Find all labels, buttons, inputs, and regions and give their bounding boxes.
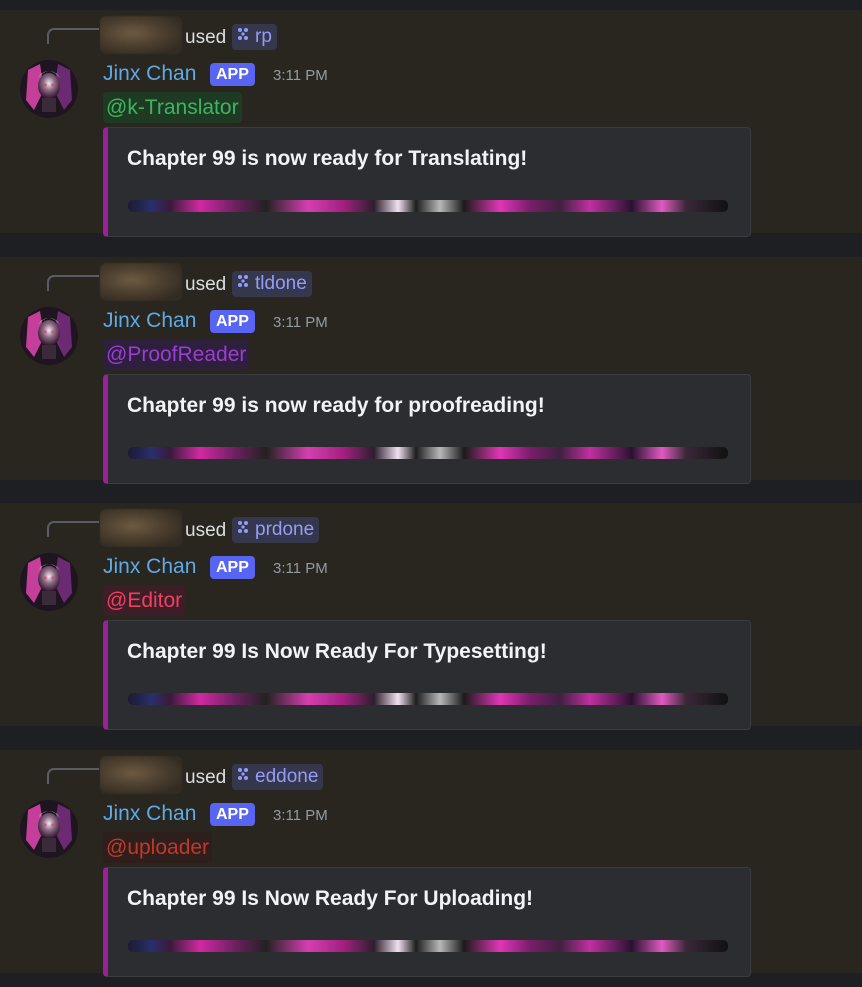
command-name: tldone [255, 273, 307, 294]
timestamp[interactable]: 3:11 PM [273, 560, 328, 578]
used-label: used [185, 520, 227, 541]
author-name[interactable]: Jinx Chan [103, 308, 196, 334]
invoker-avatar-blurred[interactable] [100, 16, 182, 54]
invoker-avatar-blurred[interactable] [100, 263, 182, 301]
role-mention[interactable]: @k-Translator [103, 92, 242, 123]
embed: Chapter 99 is now ready for proofreading… [103, 374, 751, 484]
invoker-avatar-blurred[interactable] [100, 509, 182, 547]
app-badge: APP [210, 310, 255, 333]
role-mention[interactable]: @ProofReader [103, 339, 250, 370]
avatar[interactable] [20, 553, 78, 611]
message[interactable]: used tldone Jinx Chan APP 3:11 PM @Proof… [0, 257, 862, 484]
used-label: used [185, 274, 227, 295]
message[interactable]: used eddone Jinx Chan APP 3:11 PM @uploa… [0, 750, 862, 977]
slash-command-icon [235, 764, 255, 790]
command-name: rp [255, 26, 272, 47]
slash-command-icon [235, 517, 255, 543]
used-label: used [185, 767, 227, 788]
author-name[interactable]: Jinx Chan [103, 801, 196, 827]
embed-banner-image[interactable] [128, 200, 728, 212]
slash-command-icon [235, 271, 255, 297]
invoker-avatar-blurred[interactable] [100, 756, 182, 794]
timestamp[interactable]: 3:11 PM [273, 67, 328, 85]
embed-banner-image[interactable] [128, 693, 728, 705]
avatar[interactable] [20, 800, 78, 858]
author-name[interactable]: Jinx Chan [103, 554, 196, 580]
avatar[interactable] [20, 307, 78, 365]
app-badge: APP [210, 803, 255, 826]
embed-title: Chapter 99 Is Now Ready For Uploading! [127, 887, 534, 910]
app-badge: APP [210, 63, 255, 86]
embed-title: Chapter 99 is now ready for Translating! [127, 147, 528, 170]
embed-banner-image[interactable] [128, 940, 728, 952]
used-label: used [185, 27, 227, 48]
embed-title: Chapter 99 is now ready for proofreading… [127, 394, 545, 417]
timestamp[interactable]: 3:11 PM [273, 314, 328, 332]
author-name[interactable]: Jinx Chan [103, 61, 196, 87]
slash-command-icon [235, 24, 255, 50]
avatar[interactable] [20, 60, 78, 118]
embed-title: Chapter 99 Is Now Ready For Typesetting! [127, 640, 547, 663]
embed: Chapter 99 Is Now Ready For Typesetting! [103, 620, 751, 730]
timestamp[interactable]: 3:11 PM [273, 807, 328, 825]
message[interactable]: used rp Jinx Chan APP 3:11 PM @k-Transla… [0, 10, 862, 237]
command-name: prdone [255, 519, 315, 540]
slash-command-mention[interactable]: tldone [232, 271, 312, 297]
reply-connector [47, 521, 99, 537]
slash-command-mention[interactable]: prdone [232, 517, 320, 543]
role-mention[interactable]: @Editor [103, 585, 186, 616]
reply-connector [47, 768, 99, 784]
command-name: eddone [255, 766, 319, 787]
app-badge: APP [210, 556, 255, 579]
reply-connector [47, 28, 99, 44]
reply-connector [47, 275, 99, 291]
embed: Chapter 99 is now ready for Translating! [103, 127, 751, 237]
role-mention[interactable]: @uploader [103, 832, 213, 863]
message[interactable]: used prdone Jinx Chan APP 3:11 PM @Edito… [0, 503, 862, 730]
slash-command-mention[interactable]: eddone [232, 764, 324, 790]
slash-command-mention[interactable]: rp [232, 24, 277, 50]
chat-message-list: used rp Jinx Chan APP 3:11 PM @k-Transla… [0, 0, 862, 987]
embed: Chapter 99 Is Now Ready For Uploading! [103, 867, 751, 977]
embed-banner-image[interactable] [128, 447, 728, 459]
